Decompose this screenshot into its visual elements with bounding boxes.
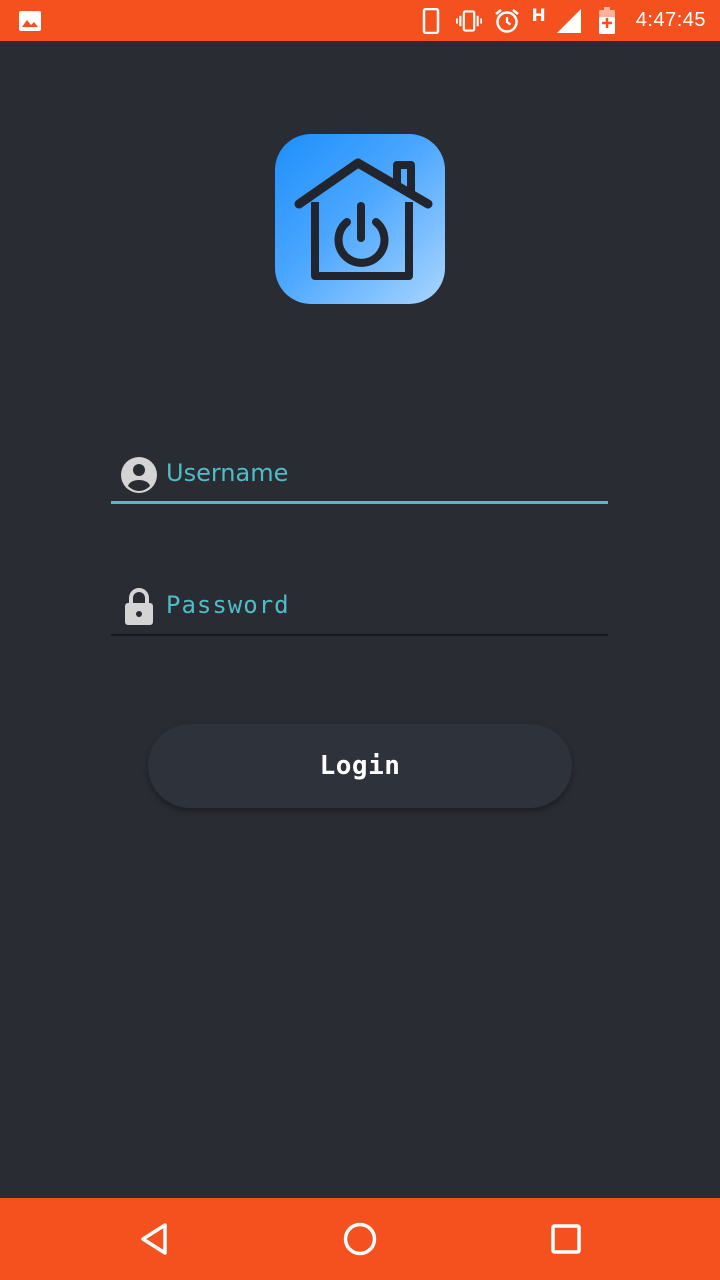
battery-charging-icon bbox=[594, 6, 620, 34]
status-icons: H 4:47:45 bbox=[418, 0, 720, 41]
password-underline bbox=[111, 634, 608, 636]
recents-icon[interactable] bbox=[546, 1219, 586, 1259]
home-power-icon bbox=[285, 152, 435, 286]
signal-icon bbox=[556, 8, 582, 34]
username-underline bbox=[111, 501, 608, 504]
status-bar: H 4:47:45 bbox=[0, 0, 720, 41]
phone-icon bbox=[418, 7, 444, 34]
network-type-label: H bbox=[531, 5, 546, 26]
lock-icon bbox=[120, 588, 158, 626]
alarm-icon bbox=[494, 8, 520, 34]
password-input[interactable]: Password bbox=[166, 588, 290, 622]
login-button[interactable]: Login bbox=[148, 724, 572, 808]
login-button-label: Login bbox=[319, 751, 401, 781]
back-icon[interactable] bbox=[134, 1219, 174, 1259]
username-input[interactable]: Username bbox=[166, 456, 288, 490]
login-screen: H 4:47:45 Username Password Login bbox=[0, 0, 720, 1280]
password-field[interactable]: Password bbox=[111, 572, 608, 636]
vibrate-icon bbox=[455, 8, 482, 34]
app-logo bbox=[275, 134, 445, 304]
navigation-bar bbox=[0, 1198, 720, 1280]
status-time: 4:47:45 bbox=[635, 9, 706, 31]
account-circle-icon bbox=[120, 456, 158, 494]
username-field[interactable]: Username bbox=[111, 440, 608, 504]
home-icon[interactable] bbox=[340, 1219, 380, 1259]
image-notification-icon bbox=[18, 9, 42, 33]
